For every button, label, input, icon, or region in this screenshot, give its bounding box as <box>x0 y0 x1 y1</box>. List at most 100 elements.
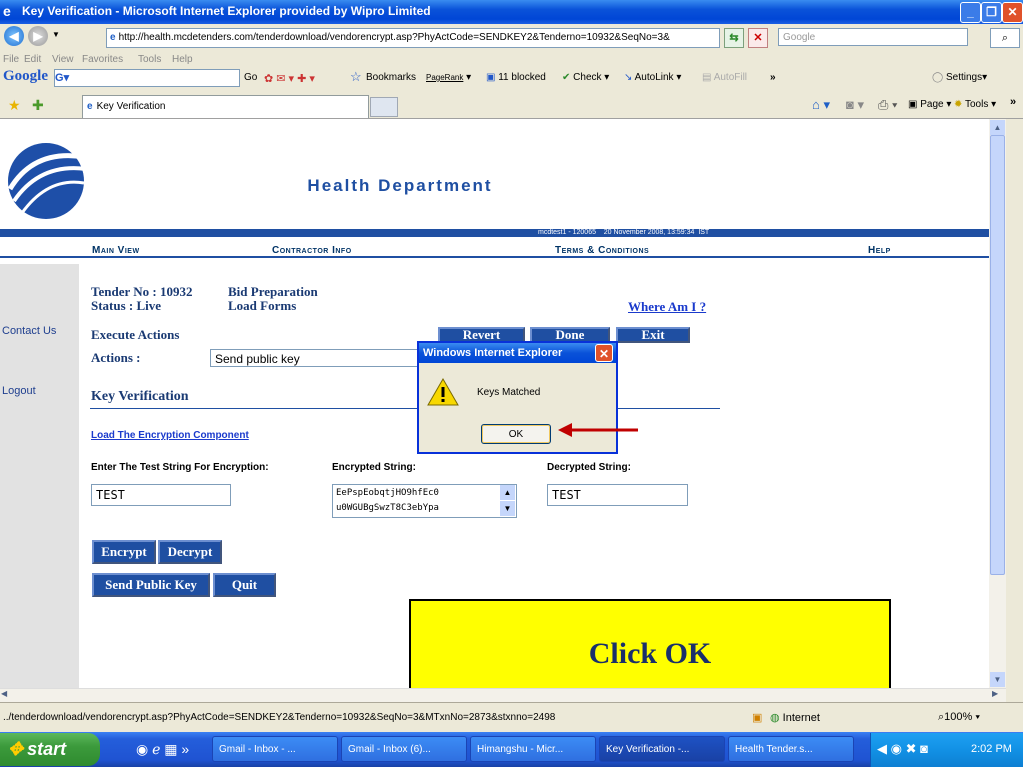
protected-mode-icon: ▣ <box>752 712 763 724</box>
menu-favorites[interactable]: Favorites <box>82 54 123 65</box>
test-string-input[interactable]: TEST <box>91 484 231 506</box>
favorites-star-icon[interactable]: ★ <box>8 97 21 114</box>
scrollbar-thumb[interactable] <box>990 135 1005 575</box>
home-icon[interactable]: ⌂ ▾ <box>812 97 830 113</box>
print-icon[interactable]: ⎙ ▾ <box>878 97 897 113</box>
dialog-close-icon[interactable]: ✕ <box>595 344 613 362</box>
toolbar-icons: ✿ ✉ ▾ ✚ ▾ <box>264 73 315 85</box>
load-encryption-link[interactable]: Load The Encryption Component <box>91 430 249 441</box>
header-band <box>0 229 989 237</box>
start-button[interactable]: ✥ start <box>0 733 100 766</box>
zone-label: Internet <box>782 712 820 724</box>
scroll-up-icon[interactable]: ▲ <box>990 120 1005 135</box>
refresh-icon[interactable]: ⇆ <box>724 28 744 48</box>
minimize-icon[interactable]: _ <box>960 2 981 23</box>
search-input[interactable]: Google <box>778 28 968 46</box>
bookmarks-button[interactable]: Bookmarks <box>366 72 416 83</box>
check-label: Check <box>573 72 602 83</box>
actions-select-value: Send public key <box>215 352 300 366</box>
google-go-button[interactable]: Go <box>244 72 257 83</box>
scroll-right-icon[interactable]: ▶ <box>992 689 998 698</box>
scroll-left-icon[interactable]: ◀ <box>1 689 7 698</box>
stop-icon[interactable]: ✕ <box>748 28 768 48</box>
encrypted-string-textarea[interactable]: EePspEobqtjHO9hfEc0 u0WGUBgSwzT8C3ebYpa <box>332 484 517 518</box>
encrypt-button[interactable]: Encrypt <box>92 540 156 564</box>
tools-menu-label: Tools <box>965 99 989 110</box>
back-icon[interactable]: ◀ <box>4 26 24 46</box>
quit-button[interactable]: Quit <box>213 573 276 597</box>
menu-view[interactable]: View <box>52 54 74 65</box>
textarea-scroll-up-icon[interactable]: ▲ <box>500 485 515 500</box>
horizontal-scrollbar[interactable] <box>0 688 1006 703</box>
autolink-button[interactable]: ↘ AutoLink ▾ <box>624 72 681 83</box>
feeds-icon[interactable]: ◙ ▾ <box>846 97 864 113</box>
tray-icons[interactable]: ◀ ◉ ✖ ◙ <box>877 741 928 757</box>
spellcheck-button[interactable]: ✔ Check ▾ <box>562 72 609 83</box>
star-icon[interactable]: ☆ <box>350 69 362 85</box>
menu-help[interactable]: Help <box>172 54 193 65</box>
zoom-value: 100% <box>944 711 973 723</box>
quick-launch-icons[interactable]: ◉ ℯ ▦ » <box>136 741 189 758</box>
contact-us-link[interactable]: Contact Us <box>2 325 62 337</box>
more-chevron-icon[interactable]: » <box>770 72 776 83</box>
tab-label: Key Verification <box>96 101 166 112</box>
nav-contractor-info[interactable]: Contractor Info <box>272 245 352 256</box>
autolink-label: AutoLink <box>634 72 674 83</box>
where-am-i-link[interactable]: Where Am I ? <box>628 299 706 315</box>
nav-terms-conditions[interactable]: Terms & Conditions <box>555 245 649 256</box>
windows-logo-icon: ✥ <box>8 739 24 759</box>
add-favorite-icon[interactable]: ✚ <box>32 97 44 114</box>
menu-file[interactable]: File <box>3 54 19 65</box>
address-text: http://health.mcdetenders.com/tenderdown… <box>118 32 670 43</box>
address-input[interactable]: e http://health.mcdetenders.com/tenderdow… <box>106 28 720 48</box>
load-forms-link[interactable]: Load Forms <box>228 298 296 314</box>
google-search-field[interactable]: G▾ <box>54 69 240 87</box>
send-public-key-button[interactable]: Send Public Key <box>92 573 210 597</box>
autolink-icon: ↘ <box>624 72 633 83</box>
forward-icon[interactable]: ▶ <box>28 26 48 46</box>
taskbar-health-tender[interactable]: Health Tender.s... <box>728 736 854 762</box>
nav-help[interactable]: Help <box>868 245 891 256</box>
page-menu[interactable]: ▣ Page ▾ <box>908 99 951 110</box>
dialog-message: Keys Matched <box>477 387 541 398</box>
section-title: Key Verification <box>91 389 189 404</box>
taskbar-gmail-firefox[interactable]: Gmail - Inbox (6)... <box>341 736 467 762</box>
decrypted-string-label: Decrypted String: <box>547 462 631 473</box>
pagerank-label: PageRank <box>426 73 464 82</box>
actions-select[interactable]: Send public key <box>210 349 420 367</box>
nav-main-view[interactable]: Main View <box>92 245 140 256</box>
decrypted-string-input[interactable]: TEST <box>547 484 688 506</box>
title-bar[interactable]: e Key Verification - Microsoft Internet … <box>0 0 1023 24</box>
taskbar-gmail-ie[interactable]: Gmail - Inbox - ... <box>212 736 338 762</box>
new-tab-button[interactable] <box>370 97 398 117</box>
tab-ie-icon: e <box>87 101 93 112</box>
taskbar-key-verification[interactable]: Key Verification -... <box>599 736 725 762</box>
autofill-button[interactable]: ▤ AutoFill <box>702 72 747 83</box>
exit-button[interactable]: Exit <box>616 327 690 343</box>
search-icon[interactable]: ⌕ <box>990 28 1020 48</box>
dialog-ok-button[interactable]: OK <box>481 424 551 444</box>
tender-status: Status : Live <box>91 298 162 313</box>
close-icon[interactable]: ✕ <box>1002 2 1023 23</box>
taskbar-himangshu[interactable]: Himangshu - Micr... <box>470 736 596 762</box>
scroll-down-icon[interactable]: ▼ <box>990 672 1005 687</box>
window-edge <box>1006 119 1023 688</box>
logout-link[interactable]: Logout <box>2 385 36 397</box>
test-string-label: Enter The Test String For Encryption: <box>91 462 269 473</box>
history-dropdown-icon[interactable]: ▼ <box>52 30 60 39</box>
popup-blocker-button[interactable]: ▣ 11 blocked <box>486 72 546 83</box>
pagerank-button[interactable]: PageRank ▾ <box>426 72 471 83</box>
section-divider <box>90 408 720 409</box>
restore-icon[interactable]: ❐ <box>981 2 1002 23</box>
tab-key-verification[interactable]: e Key Verification <box>82 95 369 118</box>
settings-label: Settings <box>945 72 983 83</box>
tools-menu[interactable]: ✹ Tools ▾ <box>954 99 996 110</box>
more-tools-chevron-icon[interactable]: » <box>1010 96 1016 108</box>
page-icon: e <box>110 32 116 43</box>
zoom-control[interactable]: ⌕100% ▾ <box>938 711 980 724</box>
menu-tools[interactable]: Tools <box>138 54 161 65</box>
menu-edit[interactable]: Edit <box>24 54 41 65</box>
settings-button[interactable]: ◯ Settings▾ <box>932 72 987 83</box>
textarea-scroll-down-icon[interactable]: ▼ <box>500 501 515 516</box>
decrypt-button[interactable]: Decrypt <box>158 540 222 564</box>
